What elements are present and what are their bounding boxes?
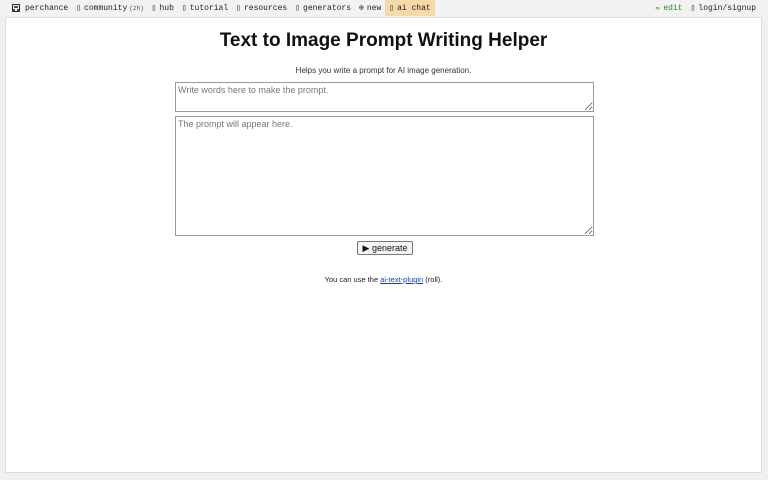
footnote-post: (roll). (423, 275, 443, 284)
nav-label: edit (663, 3, 683, 13)
nav-label: hub (159, 3, 174, 13)
generate-button[interactable]: ▶ generate (357, 241, 413, 255)
nav-tutorial[interactable]: ▯ tutorial (178, 0, 232, 16)
nav-label: community (84, 3, 128, 13)
nav-new[interactable]: ⊕ new (355, 0, 385, 16)
page-title: Text to Image Prompt Writing Helper (219, 30, 548, 51)
nav-login-signup[interactable]: ▯ login/signup (687, 0, 760, 16)
community-icon: ▯ (76, 4, 82, 13)
prompt-output[interactable] (175, 116, 594, 236)
nav-label: ai chat (397, 3, 431, 13)
chat-icon: ▯ (389, 4, 395, 13)
nav-ai-chat[interactable]: ▯ ai chat (385, 0, 435, 16)
prompt-words-input[interactable] (175, 82, 594, 112)
nav-perchance[interactable]: perchance (8, 0, 72, 16)
top-nav: perchance ▯ community (zh) ▯ hub ▯ tutor… (0, 0, 768, 16)
nav-generators[interactable]: ▯ generators (291, 0, 355, 16)
tutorial-icon: ▯ (181, 4, 187, 13)
nav-hub[interactable]: ▯ hub (148, 0, 178, 16)
main-panel: Text to Image Prompt Writing Helper Help… (5, 17, 762, 473)
nav-label: perchance (25, 3, 69, 13)
nav-label: login/signup (698, 3, 756, 13)
nav-community[interactable]: ▯ community (zh) (72, 0, 147, 16)
nav-label-extra: (zh) (129, 4, 144, 12)
nav-left: perchance ▯ community (zh) ▯ hub ▯ tutor… (0, 0, 435, 16)
nav-label: new (366, 3, 382, 13)
resources-icon: ▯ (236, 4, 241, 13)
nav-right: ✏ edit ▯ login/signup (652, 0, 768, 16)
nav-label: generators (303, 3, 352, 13)
plus-circle-icon: ⊕ (359, 4, 364, 13)
nav-edit[interactable]: ✏ edit (652, 0, 687, 16)
ai-text-plugin-link[interactable]: ai-text-plugin (380, 275, 423, 284)
pencil-icon: ✏ (655, 4, 661, 13)
die-icon (12, 4, 20, 12)
nav-resources[interactable]: ▯ resources (232, 0, 291, 16)
nav-label: resources (243, 3, 288, 13)
user-icon: ▯ (690, 4, 696, 13)
hub-icon: ▯ (151, 4, 157, 13)
footnote-pre: You can use the (324, 275, 381, 284)
generators-icon: ▯ (295, 4, 301, 13)
footnote: You can use the ai-text-plugin (roll). (6, 275, 761, 284)
page-subtitle: Helps you write a prompt for AI image ge… (295, 66, 472, 75)
nav-label: tutorial (189, 3, 229, 13)
